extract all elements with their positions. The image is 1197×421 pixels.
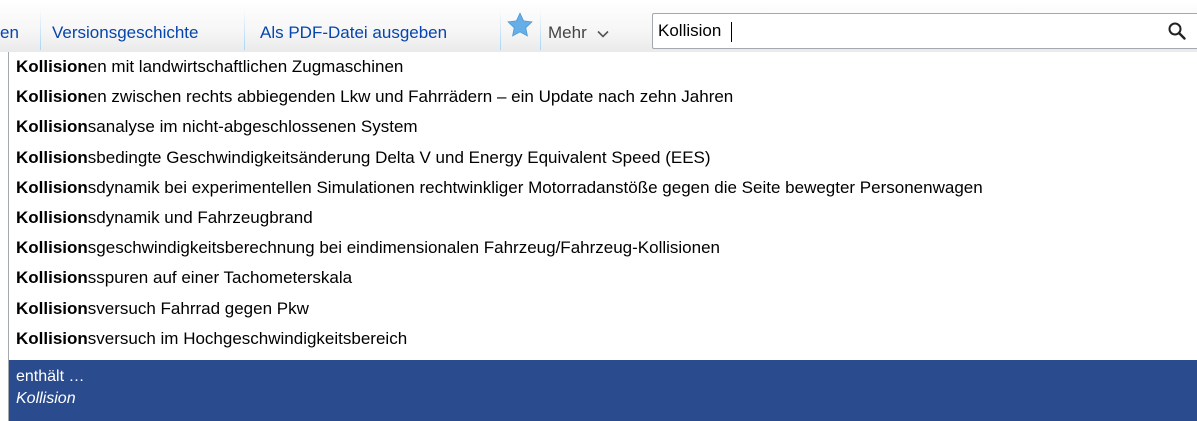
suggestion-rest: sbedingte Geschwindigkeitsänderung Delta… [87,147,711,167]
search-icon[interactable] [1167,21,1187,41]
tab-separator [540,10,541,50]
more-menu[interactable]: Mehr [548,0,610,50]
suggestion-match: Kollision [16,147,88,167]
search-box [652,13,1197,49]
suggestion-item[interactable]: Kollisionsdynamik bei experimentellen Si… [9,173,1197,203]
suggestion-item[interactable]: Kollisionen mit landwirtschaftlichen Zug… [9,52,1197,82]
suggestion-item[interactable]: Kollisionsversuch Fahrrad gegen Pkw [9,294,1197,324]
suggestion-item[interactable]: Kollisionsspuren auf einer Tachometerska… [9,263,1197,293]
suggestion-rest: en mit landwirtschaftlichen Zugmaschinen [87,57,404,76]
suggestion-rest: sdynamik und Fahrzeugbrand [87,207,313,227]
suggestion-item[interactable]: Kollisionen zwischen rechts abbiegenden … [9,82,1197,112]
suggestion-match: Kollision [16,328,88,348]
fulltext-search-term: Kollision [16,390,76,407]
suggestion-match: Kollision [16,117,88,137]
tab-partial[interactable]: en [0,0,38,50]
suggestion-match: Kollision [16,57,88,76]
suggestion-item[interactable]: Kollisionsbedingte Geschwindigkeitsänder… [9,143,1197,173]
suggestion-rest: en zwischen rechts abbiegenden Lkw und F… [87,87,734,107]
chevron-down-icon [597,30,610,38]
page: en Versionsgeschichte Als PDF-Datei ausg… [0,0,1197,421]
search-suggestions-dropdown: Kollisionen mit landwirtschaftlichen Zug… [8,52,1197,421]
fulltext-search-label: enthält … [16,368,85,385]
suggestion-list: Kollisionen mit landwirtschaftlichen Zug… [9,52,1197,354]
suggestion-rest: sgeschwindigkeitsberechnung bei eindimen… [87,238,721,258]
more-menu-label: Mehr [548,23,587,42]
top-navigation-bar: en Versionsgeschichte Als PDF-Datei ausg… [0,0,1197,52]
suggestion-rest: sspuren auf einer Tachometerskala [87,268,353,288]
suggestion-item[interactable]: Kollisionsversuch im Hochgeschwindigkeit… [9,324,1197,354]
tab-pdf-export[interactable]: Als PDF-Datei ausgeben [250,0,500,50]
fulltext-search-option[interactable]: enthält … Kollision [9,360,1197,421]
suggestion-match: Kollision [16,87,88,107]
suggestion-match: Kollision [16,177,88,197]
suggestion-item[interactable]: Kollisionsanalyse im nicht-abgeschlossen… [9,112,1197,142]
tab-separator [500,10,501,50]
suggestion-match: Kollision [16,298,88,318]
tab-version-history[interactable]: Versionsgeschichte [42,0,242,50]
tab-separator [244,10,245,50]
suggestion-item[interactable]: Kollisionsdynamik und Fahrzeugbrand [9,203,1197,233]
text-caret [731,22,732,42]
suggestion-rest: sanalyse im nicht-abgeschlossenen System [87,117,418,137]
suggestion-item[interactable]: Kollisionsgeschwindigkeitsberechnung bei… [9,233,1197,263]
suggestion-match: Kollision [16,268,88,288]
tab-separator [40,10,41,50]
star-icon[interactable] [506,11,534,39]
suggestion-match: Kollision [16,207,88,227]
suggestion-rest: sversuch Fahrrad gegen Pkw [87,298,309,318]
suggestion-rest: sdynamik bei experimentellen Simulatione… [87,177,983,197]
suggestion-rest: sversuch im Hochgeschwindigkeitsbereich [87,328,408,348]
suggestion-match: Kollision [16,238,88,258]
